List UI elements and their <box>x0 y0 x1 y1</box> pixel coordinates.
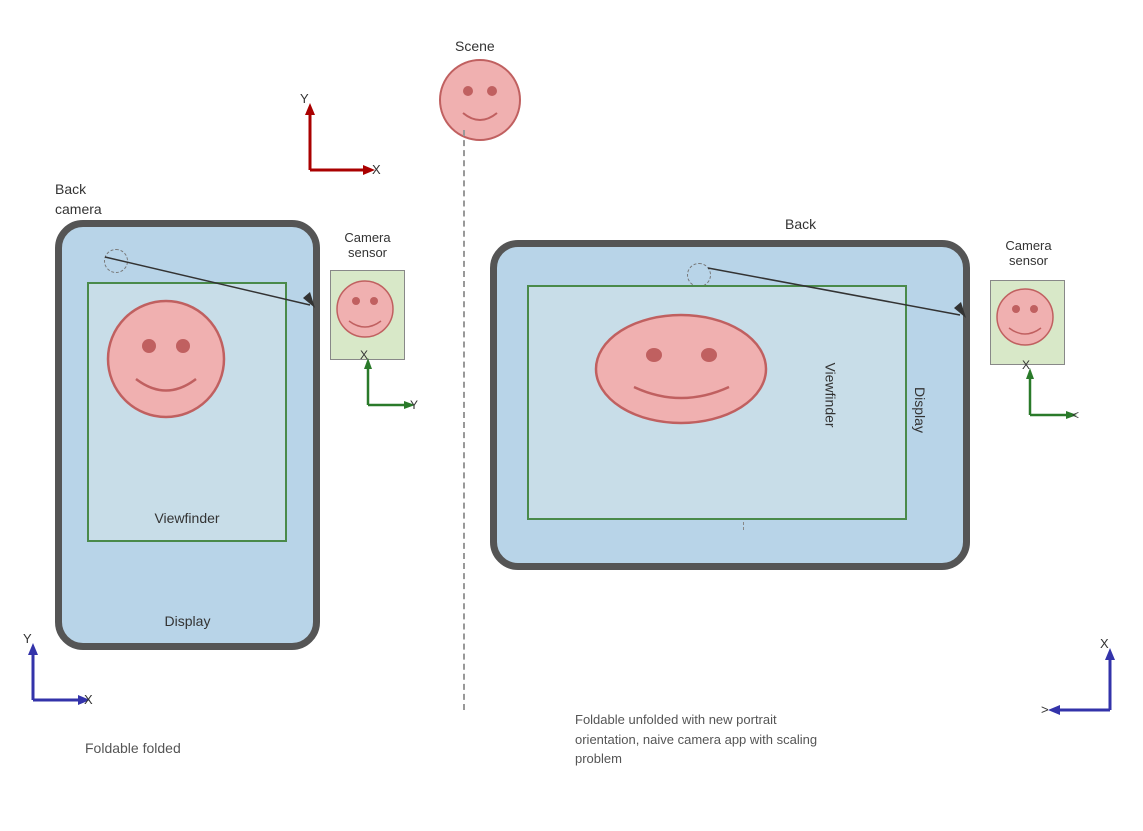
display-label-right: Display <box>912 387 928 433</box>
sensor-label-left: Camerasensor <box>325 230 410 260</box>
axis-left-bottom: X Y <box>18 635 98 715</box>
svg-text:Y: Y <box>23 631 32 646</box>
smiley-sensor-right <box>991 281 1059 356</box>
viewfinder-right: Viewfinder <box>527 285 907 520</box>
svg-text:X: X <box>84 692 93 707</box>
sensor-right <box>990 280 1065 365</box>
phone-body-left: Viewfinder Display <box>55 220 320 650</box>
svg-text:X: X <box>1100 636 1109 651</box>
viewfinder-left: Viewfinder <box>87 282 287 542</box>
sensor-label-right: Camerasensor <box>986 238 1071 268</box>
phone-body-right: Viewfinder Display <box>490 240 970 570</box>
smiley-right <box>589 309 774 429</box>
scene-label: Scene <box>455 38 495 54</box>
svg-text:X: X <box>1022 358 1030 372</box>
axis-right-bottom: > X <box>1040 640 1125 725</box>
phone-right: Viewfinder Display <box>490 240 970 570</box>
svg-text:Y: Y <box>300 91 309 106</box>
label-unfolded: Foldable unfolded with new portrait orie… <box>575 710 835 769</box>
sensor-axis-left: Y X <box>358 355 418 415</box>
smiley-left <box>101 294 231 424</box>
svg-text:X: X <box>360 348 368 362</box>
viewfinder-label-right: Viewfinder <box>822 362 838 427</box>
scene-face <box>435 55 525 145</box>
top-axis: X Y <box>290 95 380 185</box>
sensor-left <box>330 270 405 360</box>
svg-text:Y: Y <box>410 398 418 412</box>
viewfinder-label-left: Viewfinder <box>89 510 285 526</box>
camera-dot-right <box>687 263 711 287</box>
display-label-left: Display <box>62 613 313 629</box>
sensor-axis-right: < X <box>1020 365 1080 425</box>
smiley-sensor-left <box>331 271 399 351</box>
phone-left: Viewfinder Display <box>55 220 320 650</box>
vertical-divider <box>463 130 465 710</box>
camera-dot-left <box>104 249 128 273</box>
svg-text:<: < <box>1072 408 1079 422</box>
back-camera-label-left: Backcamera <box>55 180 102 219</box>
label-folded: Foldable folded <box>85 740 181 756</box>
main-container: Scene X Y Backcamera <box>0 0 1143 831</box>
svg-text:X: X <box>372 162 381 177</box>
svg-text:>: > <box>1041 702 1049 717</box>
